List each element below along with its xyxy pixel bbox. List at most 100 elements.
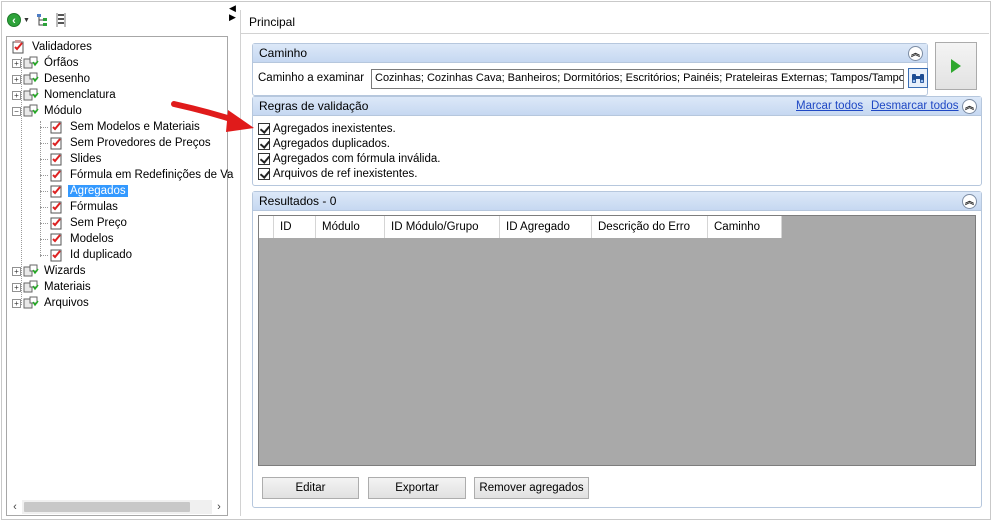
tree-item-label: Wizards (44, 265, 86, 277)
scroll-left-icon[interactable]: ‹ (8, 500, 22, 514)
scroll-thumb[interactable] (24, 502, 190, 512)
tree-item-slides[interactable]: Slides (11, 151, 227, 167)
tree-root[interactable]: Validadores (11, 39, 227, 55)
tree-item-formula-redefinicoes[interactable]: Fórmula em Redefinições de Va (11, 167, 233, 183)
tree-item-orfaos[interactable]: + Órfãos (11, 55, 227, 71)
tree-toolbar: ‹ ▼ (7, 10, 66, 30)
expand-icon[interactable]: + (12, 282, 21, 292)
run-validation-button[interactable] (935, 42, 977, 90)
column-header[interactable]: ID Agregado (500, 216, 592, 238)
collapse-icon[interactable]: − (12, 106, 21, 116)
tree-item-label: Id duplicado (70, 249, 133, 261)
panel-splitter[interactable]: ◀ ▶ (229, 4, 237, 24)
validator-rule-icon (49, 200, 65, 214)
select-all-link[interactable]: Marcar todos (796, 97, 863, 116)
tree-item-desenho[interactable]: + Desenho (11, 71, 227, 87)
tree-item-materiais[interactable]: + Materiais (11, 279, 227, 295)
edit-button[interactable]: Editar (262, 477, 359, 499)
validator-group-icon (23, 264, 39, 278)
checklist-icon (11, 40, 27, 54)
validator-rule-icon (49, 248, 65, 262)
expand-icon[interactable]: + (12, 74, 21, 84)
results-group-header: Resultados - 0 ︽ (253, 192, 981, 211)
remove-aggregates-button[interactable]: Remover agregados (474, 477, 589, 499)
rule-label: Agregados duplicados. (273, 137, 390, 150)
green-back-arrow-icon: ‹ (7, 13, 21, 27)
rule-checkbox-row[interactable]: Agregados duplicados. (258, 136, 390, 151)
column-header[interactable]: Descrição do Erro (592, 216, 708, 238)
grid-corner-cell[interactable] (259, 216, 274, 238)
scroll-track[interactable] (22, 500, 212, 514)
rule-label: Agregados com fórmula inválida. (273, 152, 441, 165)
validator-rule-icon (49, 184, 65, 198)
rule-checkbox[interactable] (258, 152, 270, 165)
tree-item-label: Módulo (44, 105, 82, 117)
expand-icon[interactable]: + (12, 298, 21, 308)
rule-label: Arquivos de ref inexistentes. (273, 167, 418, 180)
results-grid[interactable]: ID Módulo ID Módulo/Grupo ID Agregado De… (258, 215, 976, 466)
tree-item-label: Órfãos (44, 57, 79, 69)
rule-checkbox-row[interactable]: Agregados com fórmula inválida. (258, 151, 440, 166)
list-view-button[interactable] (56, 13, 66, 27)
chevron-down-icon[interactable]: ▼ (23, 17, 30, 24)
validator-rule-icon (49, 168, 65, 182)
validator-rule-icon (49, 120, 65, 134)
tree-item-agregados[interactable]: Agregados (11, 183, 227, 199)
validation-rules-group: Regras de validação Marcar todos Desmarc… (252, 96, 982, 186)
tree-item-id-duplicado[interactable]: Id duplicado (11, 247, 227, 263)
collapse-up-icon[interactable]: ︽ (962, 99, 977, 114)
scroll-right-icon[interactable]: › (212, 500, 226, 514)
tree-item-label: Arquivos (44, 297, 89, 309)
validators-pane: ‹ ▼ Validadores + Órfãos + Desenho + Nom… (4, 4, 233, 516)
divider (241, 33, 989, 34)
rule-checkbox[interactable] (258, 167, 270, 180)
column-header[interactable]: ID (274, 216, 316, 238)
play-icon (951, 59, 961, 73)
tree-item-wizards[interactable]: + Wizards (11, 263, 227, 279)
annotation-arrow (171, 101, 254, 132)
tree-root-label: Validadores (32, 41, 92, 53)
validator-group-icon (23, 296, 39, 310)
tree-view-button[interactable] (36, 13, 50, 27)
validator-group-icon (23, 56, 39, 70)
back-button[interactable]: ‹ ▼ (7, 13, 30, 27)
rules-group-title: Regras de validação (259, 99, 369, 113)
tree-item-sem-provedores[interactable]: Sem Provedores de Preços (11, 135, 227, 151)
tab-principal[interactable]: Principal (249, 15, 295, 29)
path-field[interactable]: Cozinhas; Cozinhas Cava; Banheiros; Dorm… (371, 69, 904, 89)
tree-item-arquivos[interactable]: + Arquivos (11, 295, 227, 311)
path-label: Caminho a examinar (258, 72, 365, 84)
tree-horizontal-scrollbar[interactable]: ‹ › (8, 500, 226, 514)
tree-item-sem-preco[interactable]: Sem Preço (11, 215, 227, 231)
deselect-all-link[interactable]: Desmarcar todos (871, 97, 959, 116)
expand-icon[interactable]: + (12, 90, 21, 100)
rule-label: Agregados inexistentes. (273, 122, 396, 135)
rule-checkbox-row[interactable]: Arquivos de ref inexistentes. (258, 166, 417, 181)
main-panel: Principal Caminho ︽ Caminho a examinar C… (240, 10, 989, 516)
validator-rule-icon (49, 216, 65, 230)
export-button[interactable]: Exportar (368, 477, 466, 499)
rule-checkbox-row[interactable]: Agregados inexistentes. (258, 121, 396, 136)
column-header[interactable]: Módulo (316, 216, 385, 238)
tree-item-label: Sem Provedores de Preços (70, 137, 211, 149)
collapse-up-icon[interactable]: ︽ (908, 46, 923, 61)
validator-group-icon (23, 104, 39, 118)
vertical-list-icon (56, 13, 66, 27)
path-group-header: Caminho ︽ (253, 44, 927, 63)
tree-structure-icon (36, 14, 47, 26)
tree-item-modelos[interactable]: Modelos (11, 231, 227, 247)
collapse-up-icon[interactable]: ︽ (962, 194, 977, 209)
validator-rule-icon (49, 136, 65, 150)
browse-button[interactable] (908, 68, 928, 88)
validator-rule-icon (49, 152, 65, 166)
tree-item-formulas[interactable]: Fórmulas (11, 199, 227, 215)
column-header[interactable]: ID Módulo/Grupo (385, 216, 500, 238)
column-header[interactable]: Caminho (708, 216, 782, 238)
tree-item-label: Sem Preço (70, 217, 127, 229)
expand-right-icon[interactable]: ▶ (229, 13, 237, 22)
expand-icon[interactable]: + (12, 58, 21, 68)
tree-item-label: Slides (70, 153, 102, 165)
expand-icon[interactable]: + (12, 266, 21, 276)
rule-checkbox[interactable] (258, 137, 270, 150)
results-group: Resultados - 0 ︽ ID Módulo ID Módulo/Gru… (252, 191, 982, 508)
